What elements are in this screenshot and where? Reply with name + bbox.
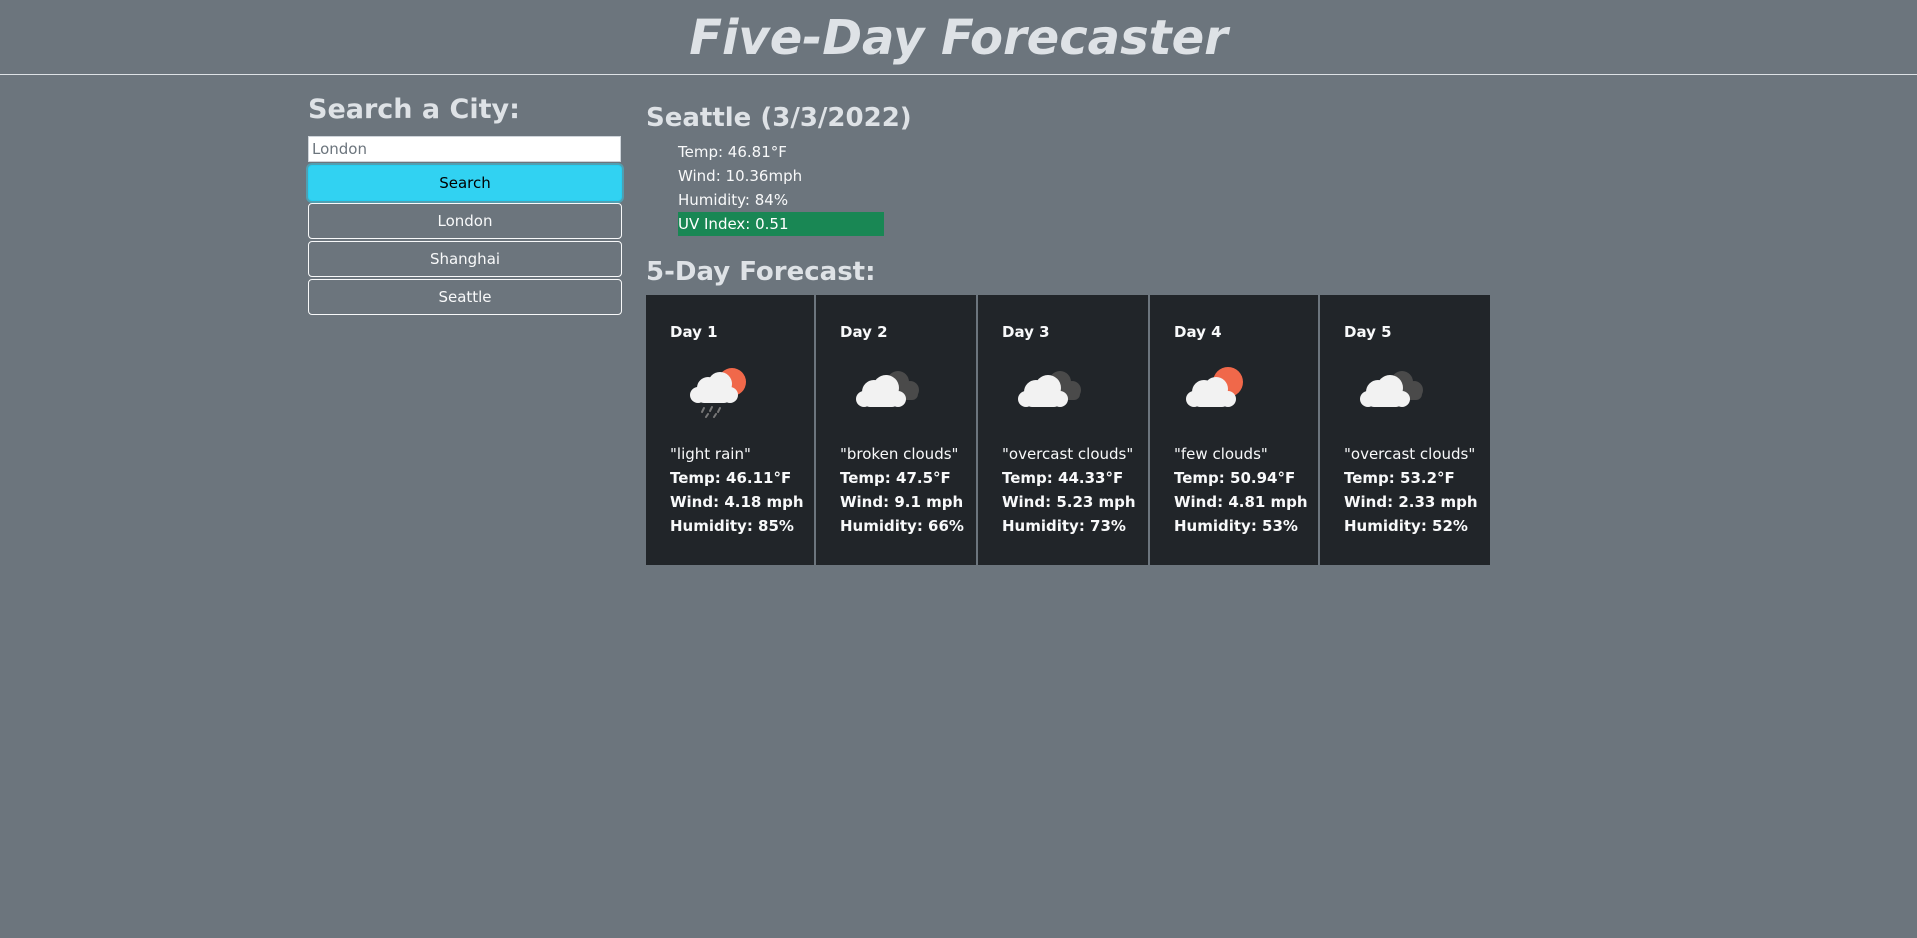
forecast-wind: Wind: 9.1 mph <box>840 493 964 511</box>
forecast-humidity: Humidity: 52% <box>1344 517 1468 535</box>
forecast-wind: Wind: 2.33 mph <box>1344 493 1478 511</box>
forecast-humidity: Humidity: 85% <box>670 517 794 535</box>
page-title: Five-Day Forecaster <box>689 10 1228 66</box>
forecast-card-day-2: Day 2 "broken clouds" Temp: 47.5°F Wind:… <box>816 295 978 565</box>
page-header: Five-Day Forecaster <box>0 0 1917 75</box>
current-wind: Wind: 10.36mph <box>678 167 803 185</box>
forecast-temp: Temp: 46.11°F <box>670 469 792 487</box>
forecast-description: "few clouds" <box>1174 445 1268 463</box>
forecast-wind: Wind: 4.18 mph <box>670 493 804 511</box>
forecast-day-label: Day 5 <box>1344 323 1392 341</box>
current-temp: Temp: 46.81°F <box>678 143 787 161</box>
forecast-description: "broken clouds" <box>840 445 959 463</box>
forecast-temp: Temp: 53.2°F <box>1344 469 1455 487</box>
current-city-date: Seattle (3/3/2022) <box>646 103 912 133</box>
uv-index-badge: UV Index: 0.51 <box>678 212 884 236</box>
light-rain-icon <box>690 368 746 418</box>
forecast-temp: Temp: 44.33°F <box>1002 469 1124 487</box>
few-clouds-icon <box>1186 367 1243 407</box>
forecast-wind: Wind: 5.23 mph <box>1002 493 1136 511</box>
forecast-card-day-4: Day 4 "few clouds" Temp: 50.94°F Wind: 4… <box>1150 295 1320 565</box>
current-weather: Seattle (3/3/2022) Temp: 46.81°F Wind: 1… <box>646 100 912 236</box>
forecast-card-day-1: Day 1 "light rain" Temp: 46.11°F Wind: 4… <box>646 295 816 565</box>
forecast-humidity: Humidity: 66% <box>840 517 964 535</box>
history-button-seattle[interactable]: Seattle <box>308 279 622 315</box>
forecast-temp: Temp: 50.94°F <box>1174 469 1296 487</box>
forecast-wind: Wind: 4.81 mph <box>1174 493 1308 511</box>
forecast-description: "overcast clouds" <box>1344 445 1476 463</box>
forecast-description: "overcast clouds" <box>1002 445 1134 463</box>
current-conditions-list: Temp: 46.81°F Wind: 10.36mph Humidity: 8… <box>678 140 912 236</box>
forecast-day-label: Day 1 <box>670 323 718 341</box>
search-panel: Search a City: Search London Shanghai Se… <box>308 92 622 315</box>
search-heading: Search a City: <box>308 94 520 125</box>
forecast-heading: 5-Day Forecast: <box>646 257 876 287</box>
forecast-temp: Temp: 47.5°F <box>840 469 951 487</box>
history-button-shanghai[interactable]: Shanghai <box>308 241 622 277</box>
broken-clouds-icon <box>856 371 919 407</box>
overcast-clouds-icon <box>1018 371 1081 407</box>
forecast-day-label: Day 2 <box>840 323 888 341</box>
forecast-day-label: Day 3 <box>1002 323 1050 341</box>
forecast-humidity: Humidity: 73% <box>1002 517 1126 535</box>
overcast-clouds-icon <box>1360 371 1423 407</box>
search-button[interactable]: Search <box>308 165 622 201</box>
history-button-london[interactable]: London <box>308 203 622 239</box>
forecast-card-day-5: Day 5 "overcast clouds" Temp: 53.2°F Win… <box>1320 295 1490 565</box>
forecast-day-label: Day 4 <box>1174 323 1222 341</box>
forecast-cards: Day 1 "light rain" Temp: 46.11°F Wind: 4… <box>646 295 1490 565</box>
forecast-humidity: Humidity: 53% <box>1174 517 1298 535</box>
forecast-card-day-3: Day 3 "overcast clouds" Temp: 44.33°F Wi… <box>978 295 1150 565</box>
current-humidity: Humidity: 84% <box>678 191 789 209</box>
forecast-description: "light rain" <box>670 445 751 463</box>
city-search-input[interactable] <box>308 136 621 162</box>
